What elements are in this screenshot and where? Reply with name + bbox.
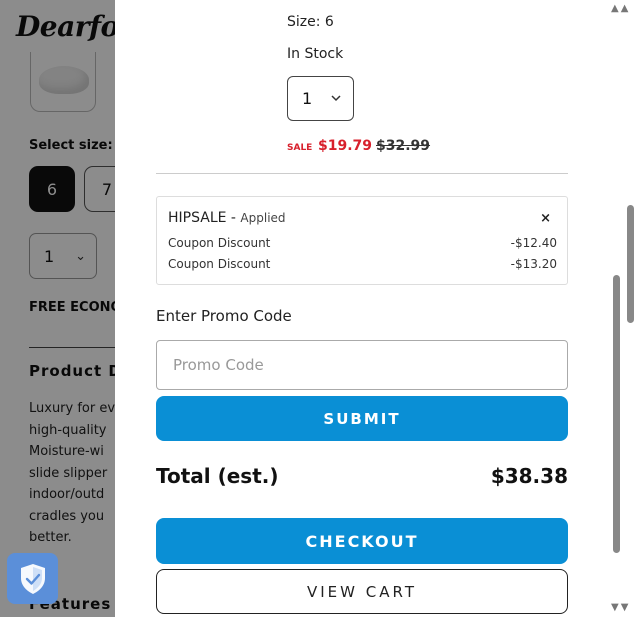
checkout-button[interactable]: CHECKOUT (156, 518, 568, 564)
coupon-discount-value: -$12.40 (510, 236, 557, 250)
divider (156, 173, 568, 174)
sale-tag: SALE (287, 143, 313, 153)
coupon-code: HIPSALE (168, 210, 227, 226)
promo-code-input[interactable] (156, 340, 568, 390)
scroll-down-arrow-icon[interactable]: ▼▼ (611, 602, 630, 613)
submit-button[interactable]: SUBMIT (156, 396, 568, 441)
view-cart-button[interactable]: VIEW CART (156, 569, 568, 614)
total-label: Total (est.) (156, 464, 279, 488)
coupon-discount-label: Coupon Discount (168, 257, 271, 271)
applied-coupon-box: HIPSALE - Applied × Coupon Discount -$12… (156, 196, 568, 285)
original-price: $32.99 (376, 138, 431, 154)
coupon-status: Applied (240, 211, 286, 225)
promo-code-label: Enter Promo Code (156, 307, 292, 325)
sale-price: $19.79 (318, 138, 373, 154)
drawer-scroll-thumb[interactable] (613, 275, 620, 553)
cart-drawer: Size: 6 In Stock 1 SALE $19.79 $32.99 HI… (115, 0, 610, 617)
coupon-separator: - (226, 210, 241, 226)
chevron-down-icon (331, 95, 341, 102)
coupon-discount-label: Coupon Discount (168, 236, 271, 250)
coupon-code-line: HIPSALE - Applied (168, 210, 286, 226)
close-icon[interactable]: × (540, 211, 551, 226)
scroll-up-arrow-icon[interactable]: ▲▲ (611, 3, 630, 14)
quantity-select[interactable]: 1 (287, 76, 354, 121)
stock-status: In Stock (287, 46, 344, 62)
coupon-discount-value: -$13.20 (510, 257, 557, 271)
shield-check-icon[interactable] (7, 553, 58, 604)
scrollbar[interactable]: ▲▲ ▼▼ (610, 0, 640, 617)
item-size: Size: 6 (287, 14, 334, 30)
page-scroll-thumb[interactable] (627, 205, 634, 323)
total-value: $38.38 (490, 464, 568, 488)
quantity-value: 1 (302, 89, 313, 108)
